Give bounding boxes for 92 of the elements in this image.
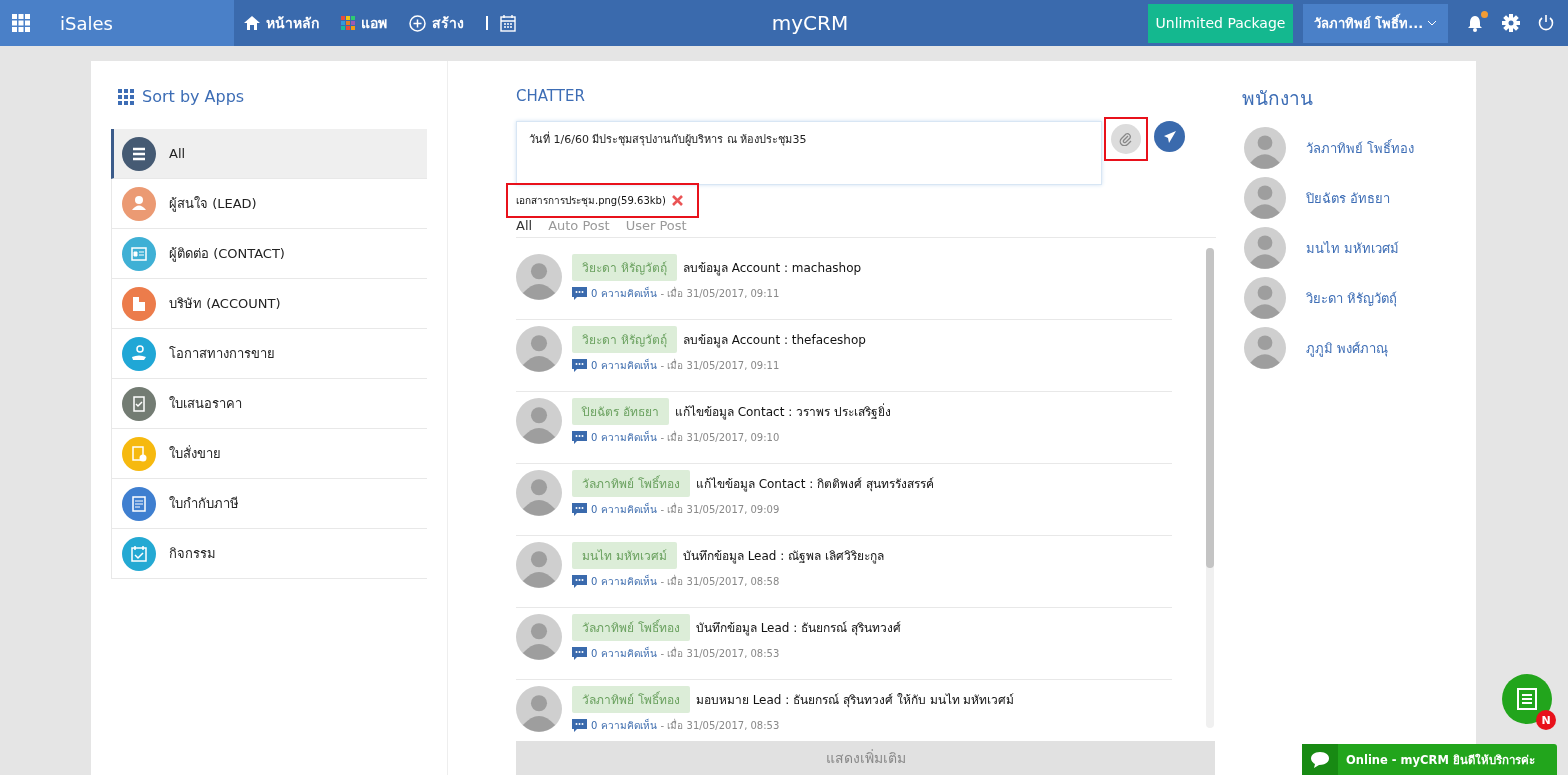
attachment-name: เอกสารการประชุม.png(59.63kb) <box>516 194 666 208</box>
section-title: พนักงาน <box>1242 86 1314 111</box>
avatar-icon <box>516 686 562 732</box>
post-time: - เมื่อ 31/05/2017, 08:53 <box>660 646 780 661</box>
post-text: ลบข้อมูล Account : thefaceshop <box>682 332 866 349</box>
post-text: บันทึกข้อมูล Lead : ธันยกรณ์ สุรินทวงศ์ <box>695 620 901 637</box>
filter-tab[interactable]: User Post <box>625 218 687 233</box>
attach-button[interactable] <box>1111 124 1141 154</box>
employee-name[interactable]: มนไท มหัทเวศม์ <box>1306 237 1400 259</box>
nav-link[interactable]: แอพ <box>341 12 387 34</box>
comments-link[interactable]: 0 ความคิดเห็น <box>591 358 657 373</box>
comment-icon[interactable] <box>572 575 587 588</box>
document-icon <box>1516 687 1538 711</box>
comment-icon[interactable] <box>572 287 587 300</box>
post-input-field[interactable]: วันที่ 1/6/60 มีประชุมสรุปงานกับผู้บริหาร ณ ห้องประชุม35 <box>516 121 1102 185</box>
comment-icon[interactable] <box>572 647 587 660</box>
post-time: - เมื่อ 31/05/2017, 09:09 <box>660 502 780 517</box>
home-icon <box>244 16 260 30</box>
employee-name[interactable]: ภูภูมิ พงศ์ภาณุ <box>1306 337 1389 359</box>
comments-link[interactable]: 0 ความคิดเห็น <box>591 502 657 517</box>
post-time: - เมื่อ 31/05/2017, 08:53 <box>660 718 780 733</box>
logo[interactable]: myCRM <box>730 11 890 35</box>
comments-link[interactable]: 0 ความคิดเห็น <box>591 574 657 589</box>
live-chat-bar[interactable]: Online - myCRM ยินดีให้บริการค่ะ <box>1302 744 1557 775</box>
floating-action-button[interactable] <box>1502 674 1552 724</box>
employee-name[interactable]: วิยะดา หิรัญวัตถุ์ <box>1306 287 1398 309</box>
comments-link[interactable]: 0 ความคิดเห็น <box>591 286 657 301</box>
app-filter-item[interactable]: ใบกำกับภาษี <box>111 479 427 529</box>
nav-link[interactable]: สร้าง <box>409 12 464 34</box>
send-button[interactable] <box>1154 121 1185 152</box>
caret-icon <box>1427 20 1438 26</box>
calendar-icon <box>500 14 516 32</box>
filter-tab[interactable]: All <box>516 218 533 233</box>
post-text: บันทึกข้อมูล Lead : ณัฐพล เลิศวิริยะกูล <box>682 548 884 565</box>
post-time: - เมื่อ 31/05/2017, 08:58 <box>660 574 780 589</box>
nav-link[interactable] <box>486 14 516 32</box>
app-filter-item[interactable]: กิจกรรม <box>111 529 427 579</box>
avatar-icon <box>516 398 562 444</box>
app-filter-item[interactable]: All <box>111 129 427 179</box>
post-time: - เมื่อ 31/05/2017, 09:11 <box>660 286 780 301</box>
post-time: - เมื่อ 31/05/2017, 09:10 <box>660 430 780 445</box>
post-text: ลบข้อมูล Account : machashop <box>682 260 862 277</box>
avatar-icon <box>516 542 562 588</box>
avatar-icon <box>1244 327 1286 369</box>
apps-grid-icon <box>341 16 355 30</box>
app-filter-item[interactable]: บริษัท (ACCOUNT) <box>111 279 427 329</box>
plus-circle-icon <box>409 14 426 32</box>
avatar-icon <box>516 470 562 516</box>
comments-link[interactable]: 0 ความคิดเห็น <box>591 718 657 733</box>
filter-tab[interactable]: Auto Post <box>548 218 610 233</box>
scrollbar[interactable] <box>1206 248 1214 728</box>
comment-icon[interactable] <box>572 431 587 444</box>
section-title: Sort by Apps <box>142 87 245 106</box>
avatar-icon <box>516 254 562 300</box>
apps-grid-icon <box>118 88 134 105</box>
app-name: iSales <box>60 12 113 34</box>
remove-icon[interactable] <box>671 195 683 206</box>
power-icon[interactable] <box>1538 14 1554 32</box>
nav-link[interactable]: หน้าหลัก <box>244 12 319 34</box>
comments-link[interactable]: 0 ความคิดเห็น <box>591 646 657 661</box>
avatar-icon <box>1244 227 1286 269</box>
comments-link[interactable]: 0 ความคิดเห็น <box>591 430 657 445</box>
app-filter-item[interactable]: ผู้สนใจ (LEAD) <box>111 179 427 229</box>
settings-icon[interactable] <box>1502 14 1520 32</box>
show-more-button[interactable]: แสดงเพิ่มเติม <box>516 741 1215 775</box>
app-filter-item[interactable]: ใบสั่งขาย <box>111 429 427 479</box>
post-text: แก้ไขข้อมูล Contact : กิตติพงศ์ สุนทรรังสรรค์ <box>695 476 934 493</box>
app-filter-item[interactable]: โอกาสทางการขาย <box>111 329 427 379</box>
employee-name[interactable]: ปิยฉัตร อัทธยา <box>1306 187 1391 209</box>
employee-name[interactable]: วัลภาทิพย์ โพธิ์ทอง <box>1306 137 1415 159</box>
post-text: แก้ไขข้อมูล Contact : วราพร ประเสริฐยิ่ง <box>674 402 891 421</box>
chat-status-text: Online - myCRM ยินดีให้บริการค่ะ <box>1346 751 1535 769</box>
post-time: - เมื่อ 31/05/2017, 09:11 <box>660 358 780 373</box>
comment-icon[interactable] <box>572 503 587 516</box>
chat-bubble-icon <box>1310 750 1330 769</box>
paperclip-icon <box>1119 132 1133 146</box>
avatar-icon <box>1244 277 1286 319</box>
app-grid-icon[interactable] <box>12 14 30 32</box>
post-text: มอบหมาย Lead : ธันยกรณ์ สุรินทวงศ์ ให้กับ มนไท มหัทเวศม์ <box>695 692 1015 709</box>
comment-icon[interactable] <box>572 719 587 732</box>
notification-badge: N <box>1536 710 1556 730</box>
user-menu[interactable]: วัลภาทิพย์ โพธิ์ท... <box>1303 3 1448 43</box>
avatar-icon <box>516 614 562 660</box>
avatar-icon <box>516 326 562 372</box>
section-title: CHATTER <box>516 87 586 105</box>
paper-plane-icon <box>1162 129 1177 144</box>
app-filter-item[interactable]: ผู้ติดต่อ (CONTACT) <box>111 229 427 279</box>
notification-bell-icon[interactable] <box>1466 13 1484 33</box>
app-filter-item[interactable]: ใบเสนอราคา <box>111 379 427 429</box>
comment-icon[interactable] <box>572 359 587 372</box>
avatar-icon <box>1244 127 1286 169</box>
avatar-icon <box>1244 177 1286 219</box>
